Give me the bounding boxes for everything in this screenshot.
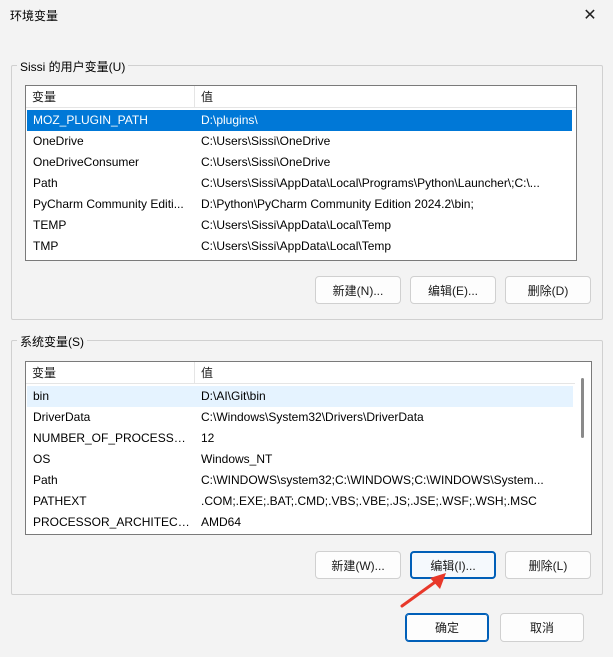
user-variables-label: Sissi 的用户变量(U) — [17, 58, 129, 75]
list-header: 变量 值 — [26, 362, 591, 384]
system-variables-list[interactable]: 变量 值 bin D:\AI\Git\bin DriverData C:\Window… — [25, 361, 592, 535]
variable-name: NUMBER_OF_PROCESSORS — [33, 431, 191, 445]
list-item[interactable]: TEMP C:\Users\Sissi\AppData\Local\Temp — [27, 215, 572, 236]
system-edit-button[interactable]: 编辑(I)... — [410, 551, 496, 579]
variable-value: 12 — [201, 431, 215, 445]
list-item[interactable]: PyCharm Community Editi... D:\Python\PyCh… — [27, 194, 572, 215]
variable-value: C:\Users\Sissi\OneDrive — [201, 155, 331, 169]
variable-name: OneDrive — [33, 134, 84, 148]
variable-name: PATHEXT — [33, 494, 87, 508]
variable-value: C:\Windows\System32\Drivers\DriverData — [201, 410, 424, 424]
variable-value: D:\Python\PyCharm Community Edition 2024… — [201, 197, 474, 211]
close-button[interactable]: ✕ — [567, 0, 613, 30]
list-item[interactable]: OneDriveConsumer C:\Users\Sissi\OneDrive — [27, 152, 572, 173]
system-new-button[interactable]: 新建(W)... — [315, 551, 401, 579]
variable-value: D:\plugins\ — [201, 113, 258, 127]
list-item[interactable]: bin D:\AI\Git\bin — [27, 386, 573, 407]
column-header-variable[interactable]: 变量 — [26, 86, 194, 108]
list-item[interactable]: DriverData C:\Windows\System32\Drivers\Dr… — [27, 407, 573, 428]
list-item[interactable]: TMP C:\Users\Sissi\AppData\Local\Temp — [27, 236, 572, 257]
variable-value: Windows_NT — [201, 452, 273, 466]
list-header: 变量 值 — [26, 86, 576, 108]
list-item[interactable]: OneDrive C:\Users\Sissi\OneDrive — [27, 131, 572, 152]
list-item[interactable]: PROCESSOR_ARCHITECT... AMD64 — [27, 512, 573, 533]
vertical-scrollbar[interactable] — [575, 362, 591, 534]
list-item[interactable]: Path C:\WINDOWS\system32;C:\WINDOWS;C:\WI… — [27, 470, 573, 491]
ok-button[interactable]: 确定 — [405, 613, 489, 642]
user-delete-button[interactable]: 删除(D) — [505, 276, 591, 304]
variable-name: bin — [33, 389, 50, 403]
window-title: 环境变量 — [10, 9, 59, 23]
user-edit-button[interactable]: 编辑(E)... — [410, 276, 496, 304]
variable-name: Path — [33, 473, 58, 487]
variable-name: MOZ_PLUGIN_PATH — [33, 113, 148, 127]
list-item[interactable]: MOZ_PLUGIN_PATH D:\plugins\ — [27, 110, 572, 131]
cancel-button[interactable]: 取消 — [500, 613, 584, 642]
variable-value: C:\WINDOWS\system32;C:\WINDOWS;C:\WINDOW… — [201, 473, 544, 487]
variable-name: Path — [33, 176, 58, 190]
variable-value: C:\Users\Sissi\AppData\Local\Temp — [201, 218, 392, 232]
variable-value: C:\Users\Sissi\OneDrive — [201, 134, 331, 148]
variable-name: PROCESSOR_ARCHITECT... — [33, 515, 191, 529]
system-delete-button[interactable]: 删除(L) — [505, 551, 591, 579]
column-header-value[interactable]: 值 — [195, 362, 575, 384]
variable-name: OneDriveConsumer — [33, 155, 140, 169]
list-item[interactable]: OS Windows_NT — [27, 449, 573, 470]
column-header-value[interactable]: 值 — [195, 86, 575, 108]
list-item[interactable]: NUMBER_OF_PROCESSORS 12 — [27, 428, 573, 449]
variable-value: .COM;.EXE;.BAT;.CMD;.VBS;.VBE;.JS;.JSE;.… — [201, 494, 537, 508]
variable-value: C:\Users\Sissi\AppData\Local\Temp — [201, 239, 392, 253]
title-bar: 环境变量 ✕ — [0, 0, 613, 30]
variable-name: PyCharm Community Editi... — [33, 197, 184, 211]
scrollbar-thumb[interactable] — [581, 378, 584, 438]
list-item[interactable]: Path C:\Users\Sissi\AppData\Local\Program… — [27, 173, 572, 194]
system-variables-label: 系统变量(S) — [17, 333, 87, 350]
user-variables-list[interactable]: 变量 值 MOZ_PLUGIN_PATH D:\plugins\ OneDrive C… — [25, 85, 577, 261]
user-new-button[interactable]: 新建(N)... — [315, 276, 401, 304]
variable-name: TMP — [33, 239, 59, 253]
variable-name: OS — [33, 452, 51, 466]
variable-value: C:\Users\Sissi\AppData\Local\Programs\Py… — [201, 176, 540, 190]
close-icon: ✕ — [583, 7, 597, 24]
column-header-variable[interactable]: 变量 — [26, 362, 194, 384]
variable-value: D:\AI\Git\bin — [201, 389, 266, 403]
list-item[interactable]: PATHEXT .COM;.EXE;.BAT;.CMD;.VBS;.VBE;.JS… — [27, 491, 573, 512]
variable-name: TEMP — [33, 218, 67, 232]
variable-value: AMD64 — [201, 515, 242, 529]
variable-name: DriverData — [33, 410, 91, 424]
